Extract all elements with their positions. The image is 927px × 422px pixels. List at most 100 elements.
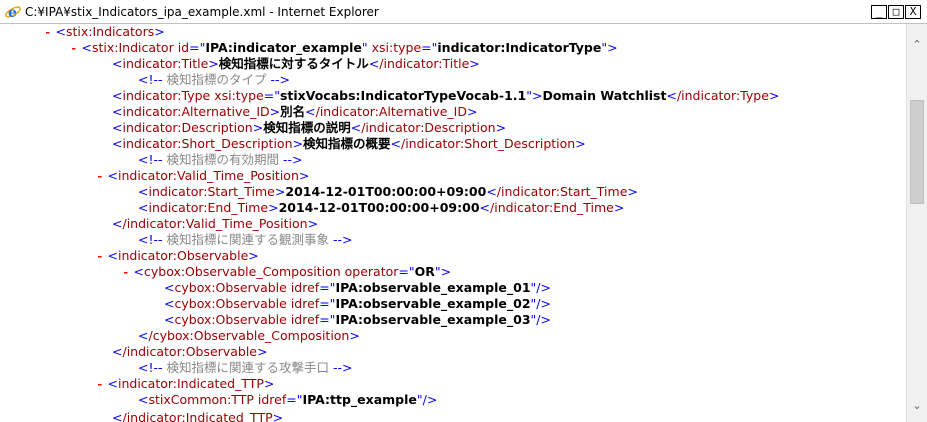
xml-line: </indicator:Valid_Time_Position> (112, 216, 319, 231)
xml-line: - <stix:Indicator id="IPA:indicator_exam… (70, 40, 618, 56)
xml-line: </indicator:Indicated_TTP> (112, 410, 283, 422)
xml-text: 2014-12-01T00:00:00+09:00 (285, 184, 487, 199)
xml-attr-value: IPA:ttp_example (302, 392, 417, 407)
xml-attr-name: idref (290, 296, 320, 311)
close-button[interactable]: X (905, 5, 921, 19)
xml-line: <indicator:Short_Description>検知指標の概要</in… (112, 136, 586, 151)
xml-attr-value: IPA:observable_example_03 (335, 312, 531, 327)
xml-comment-line: <!-- 検知指標の有効期間 --> (138, 152, 303, 167)
xml-line: <indicator:Title>検知指標に対するタイトル</indicator… (112, 56, 480, 71)
xml-tag: /indicator:Alternative_ID (315, 104, 467, 119)
collapse-toggle[interactable]: - (44, 26, 52, 40)
xml-line: <indicator:Alternative_ID>別名</indicator:… (112, 104, 478, 119)
xml-attr-value: IPA:observable_example_02 (335, 296, 531, 311)
xml-line: <cybox:Observable idref="IPA:observable_… (164, 296, 551, 311)
scroll-up-icon[interactable]: ⌃ (907, 36, 927, 53)
xml-tag: /indicator:Title (379, 56, 470, 71)
collapse-toggle[interactable]: - (96, 250, 104, 264)
xml-line: - <indicator:Valid_Time_Position> (96, 168, 310, 184)
xml-text: 別名 (280, 104, 306, 119)
xml-viewer: - <stix:Indicators> - <stix:Indicator id… (0, 24, 906, 422)
window-controls: _ □ X (870, 5, 921, 19)
xml-tag: indicator:Title (122, 56, 209, 71)
xml-tag: /indicator:Observable (122, 344, 257, 359)
minimize-button[interactable]: _ (871, 5, 887, 19)
xml-attr-name: id (177, 40, 190, 55)
xml-tag: stix:Indicator (91, 40, 174, 55)
xml-tag: indicator:Alternative_ID (122, 104, 270, 119)
xml-comment: 検知指標に関連する攻撃手口 (166, 360, 330, 375)
xml-tag: /indicator:Short_Description (400, 136, 576, 151)
xml-line: </cybox:Observable_Composition> (138, 328, 360, 343)
xml-line: <stixCommon:TTP idref="IPA:ttp_example"/… (138, 392, 438, 407)
xml-line: <indicator:Type xsi:type="stixVocabs:Ind… (112, 88, 780, 103)
xml-tag: indicator:Observable (117, 248, 249, 263)
xml-tag: /indicator:Start_Time (496, 184, 628, 199)
xml-line: - <indicator:Indicated_TTP> (96, 376, 275, 392)
xml-tag: /indicator:Valid_Time_Position (122, 216, 308, 231)
scrollbar-thumb[interactable] (910, 100, 924, 204)
xml-line: - <indicator:Observable> (96, 248, 259, 264)
xml-comment: 検知指標のタイプ (166, 72, 267, 87)
window-title: C:¥IPA¥stix_Indicators_ipa_example.xml -… (25, 5, 379, 19)
xml-line: <cybox:Observable idref="IPA:observable_… (164, 280, 551, 295)
xml-line: <indicator:End_Time>2014-12-01T00:00:00+… (138, 200, 625, 215)
svg-text:e: e (8, 5, 17, 21)
xml-attr-name: operator (344, 264, 399, 279)
xml-comment-line: <!-- 検知指標に関連する攻撃手口 --> (138, 360, 353, 375)
title-bar[interactable]: e C:¥IPA¥stix_Indicators_ipa_example.xml… (0, 0, 927, 24)
xml-text: Domain Watchlist (542, 88, 667, 103)
xml-attr-value: IPA:observable_example_01 (335, 280, 531, 295)
xml-tag: stix:Indicators (65, 24, 155, 39)
xml-attr-value: IPA:indicator_example (205, 40, 362, 55)
xml-tag: cybox:Observable_Composition (143, 264, 341, 279)
xml-attr-name: idref (290, 312, 320, 327)
xml-tag: indicator:Type (122, 88, 211, 103)
xml-tag: indicator:Valid_Time_Position (117, 168, 299, 183)
xml-attr-value: OR (414, 264, 435, 279)
scroll-down-icon[interactable]: ⌄ (907, 397, 927, 414)
xml-tag: /indicator:Indicated_TTP (122, 410, 273, 422)
xml-tag: cybox:Observable (174, 280, 287, 295)
xml-tag: cybox:Observable (174, 296, 287, 311)
collapse-toggle[interactable]: - (70, 42, 78, 56)
xml-line: <cybox:Observable idref="IPA:observable_… (164, 312, 551, 327)
xml-tag: indicator:Start_Time (148, 184, 275, 199)
xml-attr-value: stixVocabs:IndicatorTypeVocab-1.1 (279, 88, 527, 103)
xml-text: 検知指標に対するタイトル (218, 56, 369, 71)
xml-attr-name: xsi:type (214, 88, 264, 103)
collapse-toggle[interactable]: - (96, 170, 104, 184)
xml-line: </indicator:Observable> (112, 344, 268, 359)
xml-attr-name: idref (257, 392, 287, 407)
xml-tag: indicator:End_Time (148, 200, 269, 215)
xml-tag: cybox:Observable (174, 312, 287, 327)
xml-text: 2014-12-01T00:00:00+09:00 (278, 200, 480, 215)
xml-comment: 検知指標に関連する観測事象 (166, 232, 330, 247)
vertical-scrollbar[interactable]: ⌃ ⌄ (906, 24, 927, 422)
xml-tag: indicator:Description (122, 120, 253, 135)
xml-tag: stixCommon:TTP (148, 392, 254, 407)
xml-tag: /indicator:Type (676, 88, 769, 103)
xml-text: 検知指標の概要 (302, 136, 391, 151)
xml-line: <indicator:Start_Time>2014-12-01T00:00:0… (138, 184, 638, 199)
collapse-toggle[interactable]: - (122, 266, 130, 280)
browser-window: e C:¥IPA¥stix_Indicators_ipa_example.xml… (0, 0, 927, 422)
xml-attr-value: indicator:IndicatorType (437, 40, 602, 55)
xml-text: 検知指標の説明 (263, 120, 351, 135)
xml-tag: /indicator:Description (361, 120, 496, 135)
internet-explorer-icon: e (5, 5, 21, 21)
xml-line: - <cybox:Observable_Composition operator… (122, 264, 452, 280)
xml-comment-line: <!-- 検知指標に関連する観測事象 --> (138, 232, 353, 247)
xml-comment-line: <!-- 検知指標のタイプ --> (138, 72, 290, 87)
xml-line: <indicator:Description>検知指標の説明</indicato… (112, 120, 507, 135)
collapse-toggle[interactable]: - (96, 378, 104, 392)
xml-comment: 検知指標の有効期間 (166, 152, 280, 167)
maximize-button[interactable]: □ (888, 5, 904, 19)
xml-tag: indicator:Short_Description (122, 136, 293, 151)
xml-tag: indicator:Indicated_TTP (117, 376, 264, 391)
xml-tag: /indicator:End_Time (490, 200, 614, 215)
xml-attr-name: xsi:type (371, 40, 422, 55)
xml-line: - <stix:Indicators> (44, 24, 165, 40)
xml-tag: /cybox:Observable_Composition (148, 328, 350, 343)
xml-attr-name: idref (290, 280, 320, 295)
